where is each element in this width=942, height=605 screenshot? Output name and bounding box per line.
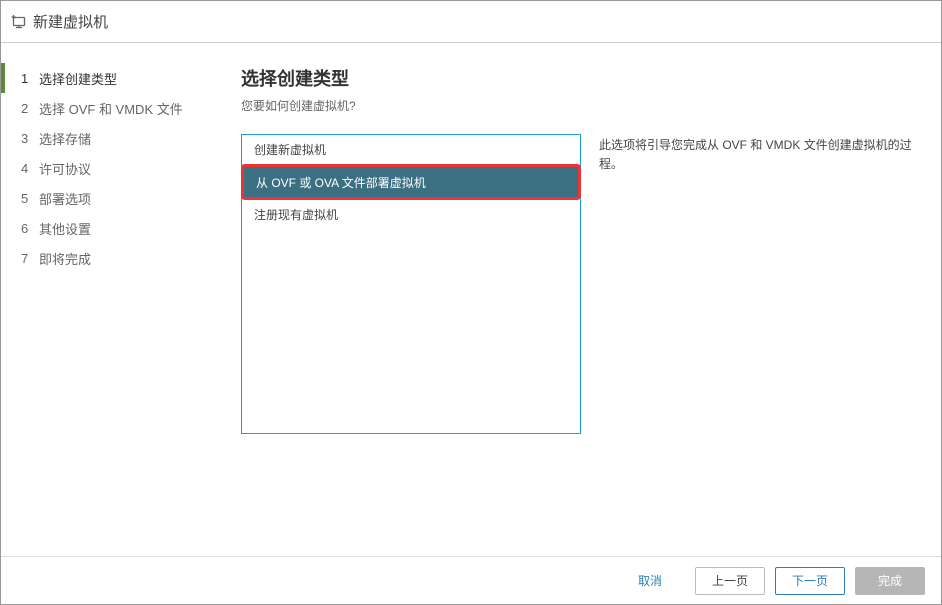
step-ready-complete[interactable]: 7 即将完成: [1, 243, 221, 273]
wizard-sidebar: 1 选择创建类型 2 选择 OVF 和 VMDK 文件 3 选择存储 4 许可协…: [1, 43, 221, 556]
option-label: 注册现有虚拟机: [254, 206, 338, 223]
new-vm-dialog: 新建虚拟机 1 选择创建类型 2 选择 OVF 和 VMDK 文件 3 选择存储…: [0, 0, 942, 605]
dialog-footer: 取消 上一页 下一页 完成: [1, 556, 941, 604]
prev-button[interactable]: 上一页: [695, 567, 765, 595]
finish-button[interactable]: 完成: [855, 567, 925, 595]
step-select-storage[interactable]: 3 选择存储: [1, 123, 221, 153]
step-license[interactable]: 4 许可协议: [1, 153, 221, 183]
step-label: 部署选项: [39, 189, 91, 208]
step-select-creation-type[interactable]: 1 选择创建类型: [1, 63, 221, 93]
step-label: 选择 OVF 和 VMDK 文件: [39, 99, 183, 118]
step-label: 选择创建类型: [39, 69, 117, 88]
step-number: 2: [21, 101, 39, 116]
step-number: 3: [21, 131, 39, 146]
step-number: 1: [21, 71, 39, 86]
dialog-title: 新建虚拟机: [33, 11, 108, 32]
next-button[interactable]: 下一页: [775, 567, 845, 595]
step-number: 5: [21, 191, 39, 206]
new-vm-icon: [11, 14, 27, 30]
option-create-new-vm[interactable]: 创建新虚拟机: [242, 135, 580, 165]
step-label: 许可协议: [39, 159, 91, 178]
main-subtitle: 您要如何创建虚拟机?: [241, 97, 921, 114]
step-number: 7: [21, 251, 39, 266]
option-deploy-from-ovf-ova[interactable]: 从 OVF 或 OVA 文件部署虚拟机: [244, 167, 578, 197]
step-label: 即将完成: [39, 249, 91, 268]
step-deployment-options[interactable]: 5 部署选项: [1, 183, 221, 213]
option-label: 从 OVF 或 OVA 文件部署虚拟机: [256, 174, 426, 191]
option-label: 创建新虚拟机: [254, 141, 326, 158]
highlight-annotation: 从 OVF 或 OVA 文件部署虚拟机: [241, 164, 581, 200]
option-description: 此选项将引导您完成从 OVF 和 VMDK 文件创建虚拟机的过程。: [597, 134, 921, 546]
title-bar: 新建虚拟机: [1, 1, 941, 43]
step-number: 4: [21, 161, 39, 176]
creation-type-row: 创建新虚拟机 从 OVF 或 OVA 文件部署虚拟机 注册现有虚拟机 此选项将引…: [241, 134, 921, 546]
step-select-ovf-vmdk[interactable]: 2 选择 OVF 和 VMDK 文件: [1, 93, 221, 123]
main-panel: 选择创建类型 您要如何创建虚拟机? 创建新虚拟机 从 OVF 或 OVA 文件部…: [221, 43, 941, 556]
step-label: 其他设置: [39, 219, 91, 238]
step-number: 6: [21, 221, 39, 236]
creation-options-panel: 创建新虚拟机 从 OVF 或 OVA 文件部署虚拟机 注册现有虚拟机: [241, 134, 581, 434]
dialog-body: 1 选择创建类型 2 选择 OVF 和 VMDK 文件 3 选择存储 4 许可协…: [1, 43, 941, 556]
step-other-settings[interactable]: 6 其他设置: [1, 213, 221, 243]
step-label: 选择存储: [39, 129, 91, 148]
cancel-button[interactable]: 取消: [615, 567, 685, 595]
main-title: 选择创建类型: [241, 65, 921, 91]
option-register-existing-vm[interactable]: 注册现有虚拟机: [242, 199, 580, 229]
